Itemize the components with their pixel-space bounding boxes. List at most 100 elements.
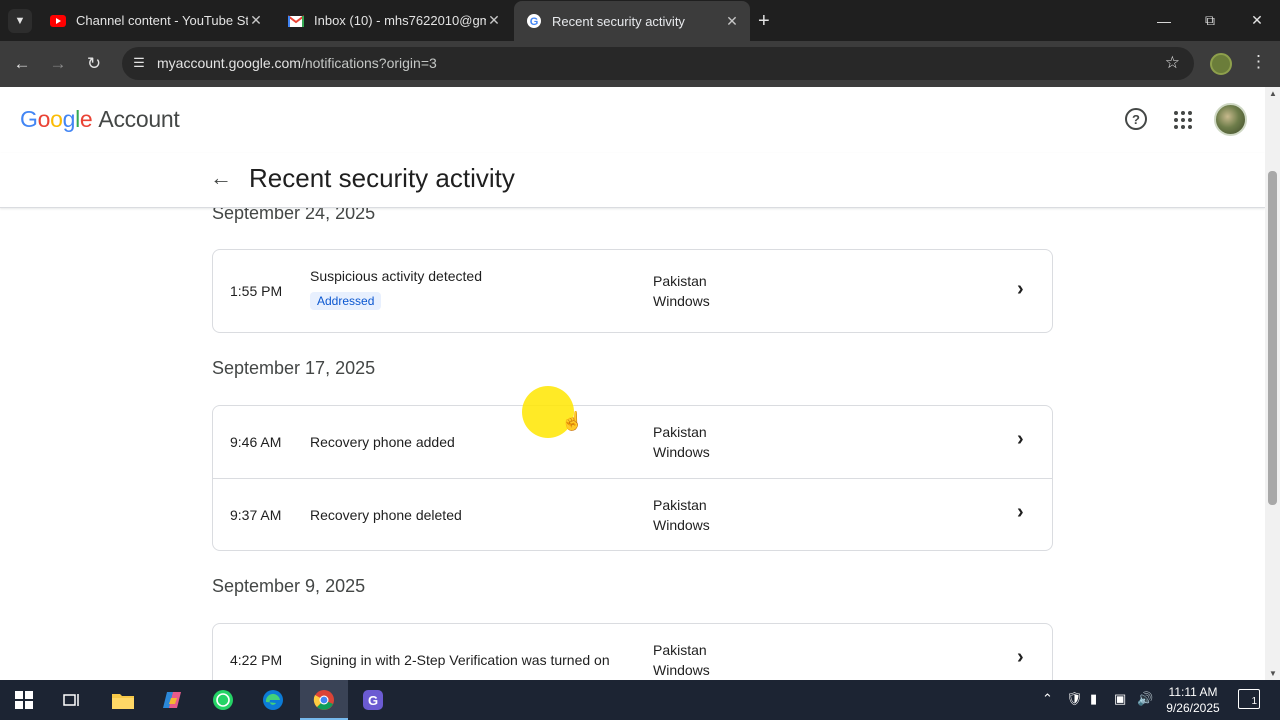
back-arrow-icon[interactable]: ← — [210, 165, 232, 191]
app-g-icon[interactable]: G — [359, 686, 387, 714]
help-icon[interactable]: ? — [1125, 108, 1147, 130]
location-country: Pakistan — [653, 642, 707, 658]
edge-icon[interactable] — [259, 686, 287, 714]
minimize-icon[interactable]: — — [1141, 0, 1187, 41]
scrollbar-thumb[interactable] — [1268, 171, 1277, 505]
notification-center-icon[interactable]: 1 — [1238, 689, 1260, 709]
reload-icon[interactable]: ↻ — [80, 50, 108, 78]
tab-search-chevron-icon[interactable]: ▼ — [8, 9, 32, 33]
date-heading: September 17, 2025 — [212, 358, 376, 378]
chevron-right-icon[interactable]: › — [1017, 278, 1024, 301]
scroll-up-arrow-icon[interactable]: ▲ — [1269, 89, 1277, 98]
close-icon[interactable]: ✕ — [248, 12, 264, 29]
chevron-up-icon[interactable]: ⌃ — [1042, 691, 1053, 707]
activity-time: 9:37 AM — [230, 507, 282, 523]
location-device: Windows — [653, 293, 710, 309]
date-heading: September 9, 2025 — [212, 576, 366, 596]
site-info-icon[interactable]: ☰ — [130, 55, 148, 73]
status-badge: Addressed — [310, 292, 382, 310]
hand-cursor-icon: ☝ — [561, 411, 584, 431]
location-device: Windows — [653, 662, 710, 678]
account-wordmark: Account — [98, 106, 180, 132]
svg-text:G: G — [530, 16, 539, 28]
page-subheader: ← Recent security activity — [0, 153, 1265, 208]
url-host: myaccount.google.com — [157, 55, 301, 71]
url-path: /notifications?origin=3 — [300, 55, 437, 71]
new-tab-plus-icon[interactable]: + — [758, 10, 770, 33]
tab-title: Inbox (10) - mhs7622010@gma — [314, 13, 486, 28]
location-country: Pakistan — [653, 273, 707, 289]
file-explorer-icon[interactable] — [109, 686, 137, 714]
chevron-right-icon[interactable]: › — [1017, 428, 1024, 451]
tab-title: Channel content - YouTube Stu — [76, 13, 248, 28]
activity-row[interactable]: 9:46 AM Recovery phone added Pakistan Win… — [213, 406, 1052, 479]
window-close-icon[interactable]: ✕ — [1234, 0, 1280, 41]
wordmark-letter: o — [50, 106, 63, 132]
url-text[interactable]: myaccount.google.com/notifications?origi… — [157, 55, 437, 71]
activity-location: Pakistan Windows — [653, 271, 710, 311]
youtube-icon — [50, 14, 66, 27]
volume-icon[interactable]: 🔊 — [1137, 691, 1153, 707]
chevron-right-icon[interactable]: › — [1017, 501, 1024, 524]
address-bar[interactable]: ☰ myaccount.google.com/notifications?ori… — [122, 47, 1194, 80]
activity-event: Recovery phone deleted — [310, 507, 462, 523]
wordmark-letter: G — [20, 106, 38, 132]
bookmark-star-icon[interactable]: ☆ — [1165, 53, 1180, 73]
close-icon[interactable]: ✕ — [486, 12, 502, 29]
wordmark-letter: g — [62, 106, 76, 132]
browser-menu-icon[interactable]: ⋮ — [1250, 52, 1267, 72]
close-icon[interactable]: ✕ — [724, 13, 740, 30]
tab-gmail-inbox[interactable]: Inbox (10) - mhs7622010@gma ✕ — [276, 0, 512, 41]
activity-time: 9:46 AM — [230, 434, 282, 450]
tab-youtube-studio[interactable]: Channel content - YouTube Stu ✕ — [38, 0, 274, 41]
google-wordmark: Google — [20, 106, 93, 132]
activity-row[interactable]: 9:37 AM Recovery phone deleted Pakistan W… — [213, 479, 1052, 551]
copilot-icon[interactable] — [159, 686, 187, 714]
activity-time: 4:22 PM — [230, 652, 283, 668]
notification-count: 1 — [1251, 696, 1257, 707]
activity-row[interactable]: 4:22 PM Signing in with 2-Step Verificat… — [213, 624, 1052, 680]
clock-time: 11:11 AM — [1168, 685, 1218, 699]
avatar[interactable] — [1214, 103, 1247, 136]
location-country: Pakistan — [653, 497, 707, 513]
activity-location: Pakistan Windows — [653, 640, 710, 680]
activity-location: Pakistan Windows — [653, 422, 710, 462]
forward-icon[interactable]: → — [44, 50, 72, 78]
network-icon[interactable]: ▣ — [1114, 691, 1126, 707]
wordmark-letter: o — [37, 106, 51, 132]
google-icon: G — [527, 14, 541, 28]
tab-title: Recent security activity — [552, 13, 685, 29]
gmail-icon — [288, 14, 304, 27]
google-account-logo[interactable]: Google Account — [20, 106, 180, 133]
extension-icon[interactable] — [1210, 53, 1232, 75]
page-scrollbar[interactable]: ▲ ▼ — [1265, 87, 1280, 680]
back-icon[interactable]: ← — [8, 50, 36, 78]
activity-card: 1:55 PM Suspicious activity detected Add… — [212, 249, 1053, 333]
activity-event: Signing in with 2-Step Verification was … — [310, 652, 610, 668]
page-title: Recent security activity — [249, 163, 515, 193]
page-viewport: Google Account ? ← Recent security activi… — [0, 87, 1265, 680]
chrome-icon[interactable] — [310, 686, 338, 714]
battery-icon[interactable]: ▮ — [1090, 691, 1097, 707]
restore-icon[interactable]: ⧉ — [1187, 0, 1233, 41]
windows-start-icon[interactable] — [10, 686, 38, 714]
apps-grid-icon[interactable] — [1174, 111, 1192, 129]
activity-row[interactable]: 1:55 PM Suspicious activity detected Add… — [213, 250, 1052, 332]
tab-recent-security-activity[interactable]: G Recent security activity ✕ — [514, 1, 750, 41]
browser-tab-bar: ▼ Channel content - YouTube Stu ✕ Inbox … — [0, 0, 1280, 41]
activity-time: 1:55 PM — [230, 283, 283, 299]
activity-card: 9:46 AM Recovery phone added Pakistan Win… — [212, 405, 1053, 551]
wordmark-letter: e — [79, 106, 93, 132]
windows-taskbar: G ⌃ 🛡 ▮ ▣ 🔊 11:11 AM 9/26/2025 1 — [0, 680, 1280, 720]
scroll-down-arrow-icon[interactable]: ▼ — [1269, 669, 1277, 678]
location-device: Windows — [653, 444, 710, 460]
activity-location: Pakistan Windows — [653, 495, 710, 535]
system-clock[interactable]: 11:11 AM 9/26/2025 — [1158, 684, 1228, 716]
task-view-icon[interactable] — [58, 686, 86, 714]
chevron-right-icon[interactable]: › — [1017, 646, 1024, 669]
whatsapp-icon[interactable] — [209, 686, 237, 714]
location-country: Pakistan — [653, 424, 707, 440]
security-shield-icon[interactable]: 🛡 — [1066, 691, 1083, 707]
activity-event: Suspicious activity detected — [310, 268, 482, 284]
svg-text:G: G — [368, 693, 378, 708]
